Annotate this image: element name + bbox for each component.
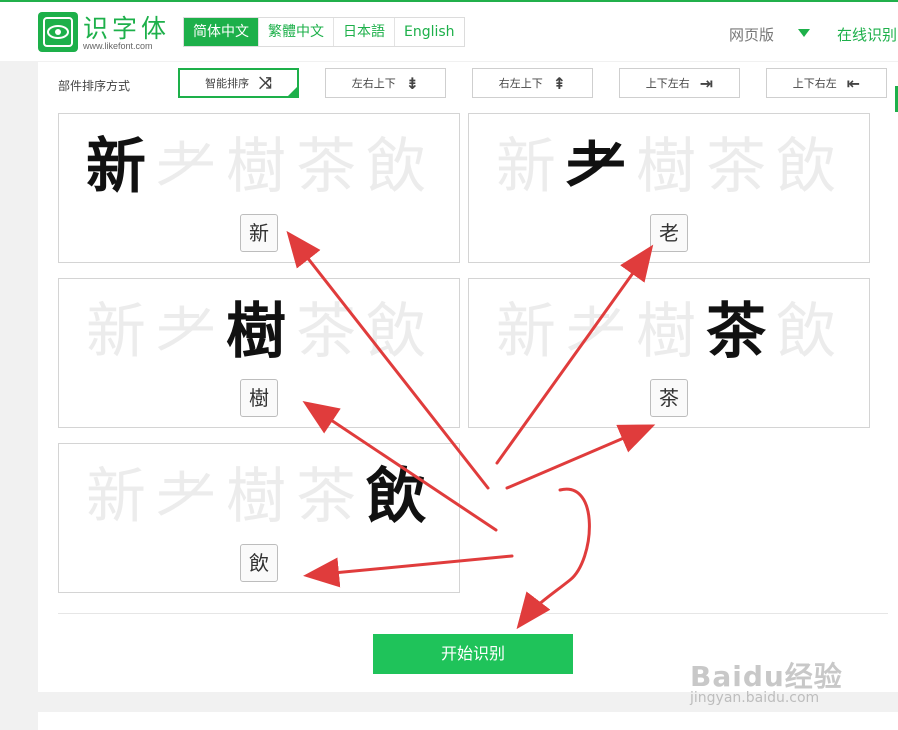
component-card[interactable]: 新 耂 樹 茶 飲 老 [468,113,870,263]
logo-text[interactable]: 识字体 [83,9,170,45]
sort-rl-tb-button[interactable]: 右左上下 ⇞ [472,68,593,98]
sort-tb-rl-label: 上下右左 [792,77,837,90]
glyph: 樹 [636,132,696,202]
tab-english[interactable]: English [395,18,464,46]
glyph: 樹 [636,297,696,367]
recognized-char-button[interactable]: 飲 [240,544,278,582]
glyph: 茶 [706,297,766,367]
top-bar: 识字体 www.likefont.com 简体中文 繁體中文 日本語 Engli… [0,0,898,61]
glyph: 耂 [156,462,216,532]
recognized-char-button[interactable]: 新 [240,214,278,252]
glyph: 耂 [566,297,626,367]
logo-eye-icon[interactable] [38,12,78,52]
component-card[interactable]: 新 耂 樹 茶 飲 飲 [58,443,460,593]
recognized-char-button[interactable]: 老 [650,214,688,252]
sort-lr-tb-label: 左右上下 [351,77,396,90]
glyph: 飲 [776,132,836,202]
glyph: 飲 [366,297,426,367]
sort-tb-rl-button[interactable]: 上下右左 ⇤ [766,68,887,98]
tab-simplified-chinese[interactable]: 简体中文 [184,18,259,46]
glyph: 飲 [366,132,426,202]
start-recognition-button[interactable]: 开始识别 [373,634,573,674]
component-card[interactable]: 新 耂 樹 茶 飲 樹 [58,278,460,428]
recognized-char-button[interactable]: 茶 [650,379,688,417]
glyph: 新 [496,132,556,202]
glyph-row: 新 耂 樹 茶 飲 [491,132,841,202]
recognized-char-button[interactable]: 樹 [240,379,278,417]
glyph: 新 [86,462,146,532]
sort-tb-rl-icon: ⇤ [846,73,861,93]
sort-smart-label: 智能排序 [205,77,250,90]
glyph-row: 新 耂 樹 茶 飲 [81,132,431,202]
divider [58,613,888,614]
sort-tb-lr-icon: ⇥ [699,73,714,93]
glyph: 新 [86,297,146,367]
glyph: 耂 [156,297,216,367]
sort-lr-tb-button[interactable]: 左右上下 ⇟ [325,68,446,98]
glyph-row: 新 耂 樹 茶 飲 [81,462,431,532]
sort-rl-tb-icon: ⇞ [552,73,567,93]
glyph: 飲 [366,462,426,532]
glyph: 茶 [296,297,356,367]
shuffle-icon: ⤨ [259,73,272,92]
sort-rl-tb-label: 右左上下 [498,77,543,90]
component-card[interactable]: 新 耂 樹 茶 飲 茶 [468,278,870,428]
glyph: 耂 [566,132,626,202]
selected-check-icon [288,87,297,96]
glyph-row: 新 耂 樹 茶 飲 [81,297,431,367]
glyph: 茶 [296,462,356,532]
logo-url: www.likefont.com [83,41,153,51]
watermark-brand: Baidu经验 [690,660,843,693]
glyph: 飲 [776,297,836,367]
online-recognize-link[interactable]: 在线识别 [837,24,897,45]
watermark-url: jingyan.baidu.com [690,690,820,706]
bottom-panel [38,712,898,730]
glyph: 新 [496,297,556,367]
glyph: 耂 [156,132,216,202]
sort-tb-lr-button[interactable]: 上下左右 ⇥ [619,68,740,98]
language-tabs: 简体中文 繁體中文 日本語 English [183,17,465,47]
glyph: 茶 [296,132,356,202]
tab-japanese[interactable]: 日本語 [334,18,395,46]
glyph-row: 新 耂 樹 茶 飲 [491,297,841,367]
web-version-menu[interactable]: 网页版 [729,24,774,45]
glyph: 樹 [226,297,286,367]
component-card[interactable]: 新 耂 樹 茶 飲 新 [58,113,460,263]
glyph: 樹 [226,132,286,202]
glyph: 新 [86,132,146,202]
sort-lr-tb-icon: ⇟ [405,73,420,93]
sort-tb-lr-label: 上下左右 [645,77,690,90]
glyph: 樹 [226,462,286,532]
sort-smart-button[interactable]: 智能排序 ⤨ [178,68,299,98]
sort-method-label: 部件排序方式 [58,79,131,93]
chevron-down-icon[interactable] [798,29,810,37]
tab-traditional-chinese[interactable]: 繁體中文 [259,18,334,46]
glyph: 茶 [706,132,766,202]
